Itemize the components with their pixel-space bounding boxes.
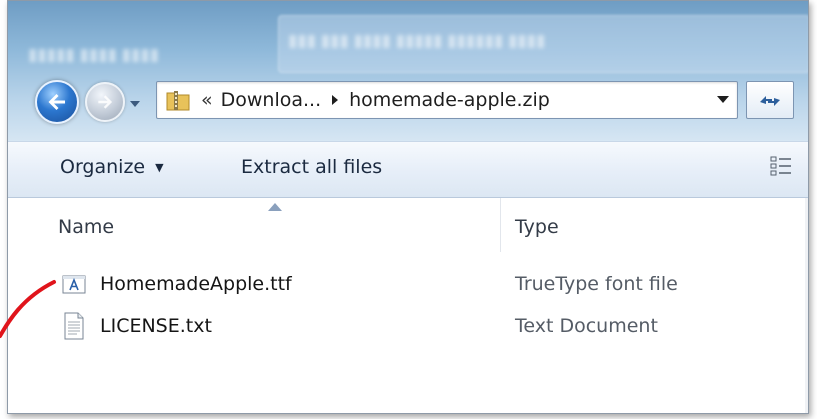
file-type: TrueType font file	[515, 273, 678, 295]
refresh-arrows-icon	[760, 96, 780, 106]
address-history-dropdown[interactable]	[717, 94, 729, 106]
list-item[interactable]: HomemadeApple.ttf TrueType font file	[52, 265, 772, 303]
column-header-name[interactable]: Name	[58, 216, 114, 238]
organize-label: Organize	[60, 156, 146, 178]
recent-pages-dropdown[interactable]	[129, 99, 141, 109]
text-file-icon	[60, 311, 88, 341]
forward-button[interactable]	[85, 82, 125, 122]
back-button[interactable]	[35, 80, 79, 124]
back-arrow-icon	[48, 94, 65, 110]
command-bar: Organize ▼ Extract all files	[8, 141, 808, 198]
extract-label: Extract all files	[241, 156, 383, 178]
file-name: LICENSE.txt	[100, 315, 212, 337]
chevron-down-icon: ▼	[155, 160, 164, 174]
scrollbar-edge[interactable]	[805, 198, 808, 413]
column-header-type[interactable]: Type	[515, 216, 559, 238]
explorer-window: ▮▮▮▮▮ ▮▮▮▮ ▮▮▮▮ ▮▮▮ ▮▮▮ ▮▮▮▮ ▮▮▮▮▮ ▮▮▮▮▮…	[7, 0, 809, 414]
refresh-button[interactable]	[746, 81, 794, 119]
file-list-header: Name Type	[8, 198, 808, 256]
forward-arrow-icon	[98, 95, 113, 109]
blurred-background-menu: ▮▮▮ ▮▮▮ ▮▮▮▮ ▮▮▮▮▮ ▮▮▮▮▮▮ ▮▮▮▮	[288, 31, 546, 50]
breadcrumb-current[interactable]: homemade-apple.zip	[349, 89, 550, 111]
column-divider[interactable]	[500, 198, 501, 252]
file-name: HomemadeApple.ttf	[100, 273, 292, 295]
breadcrumb-downloads[interactable]: Downloa...	[221, 89, 322, 111]
chevron-down-icon	[717, 96, 729, 103]
aero-title-area: ▮▮▮▮▮ ▮▮▮▮ ▮▮▮▮ ▮▮▮ ▮▮▮ ▮▮▮▮ ▮▮▮▮▮ ▮▮▮▮▮…	[8, 1, 808, 141]
address-bar[interactable]: « Downloa... homemade-apple.zip	[156, 81, 738, 119]
chevron-down-icon	[130, 100, 140, 107]
view-options-icon[interactable]	[770, 155, 792, 177]
font-file-icon	[60, 269, 88, 299]
blurred-background-text: ▮▮▮▮▮ ▮▮▮▮ ▮▮▮▮	[28, 45, 160, 64]
extract-all-files-button[interactable]: Extract all files	[241, 156, 382, 178]
organize-button[interactable]: Organize ▼	[60, 156, 164, 178]
sort-ascending-icon	[268, 203, 282, 211]
file-type: Text Document	[515, 315, 658, 337]
list-item[interactable]: LICENSE.txt Text Document	[52, 307, 772, 345]
zip-folder-icon	[163, 85, 193, 115]
breadcrumb-separator-icon[interactable]	[331, 94, 341, 106]
breadcrumb-overflow[interactable]: «	[201, 89, 213, 111]
